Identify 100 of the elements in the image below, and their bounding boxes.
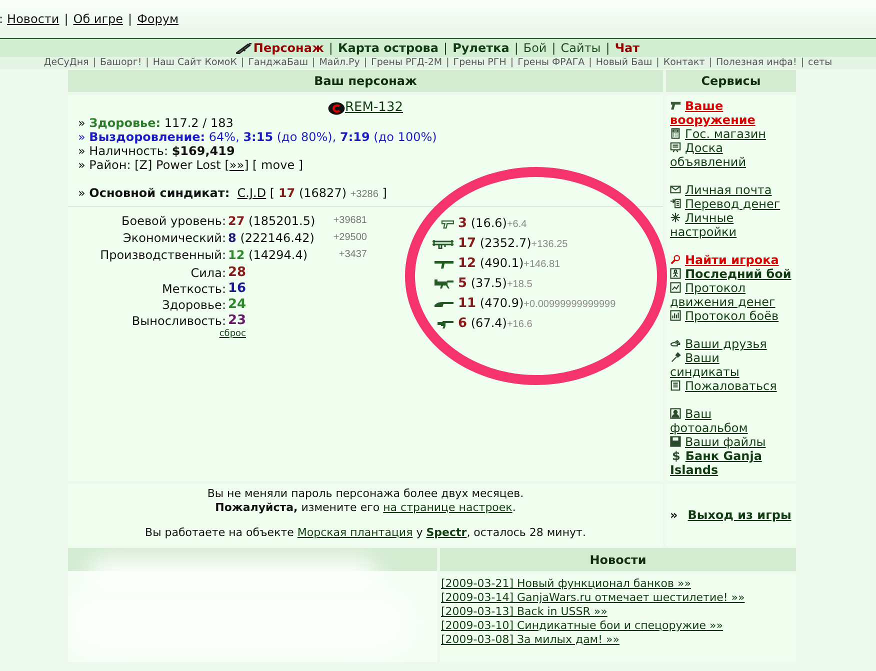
news-link[interactable]: [2009-03-14] GanjaWars.ru отмечает шестилетие! »» (441, 591, 745, 604)
service-link[interactable]: Ваши друзья (670, 337, 792, 351)
reset-link[interactable]: сброс (219, 329, 246, 339)
recovery-line: » Выздоровление: 64%, 3:15 (до 80%), 7:19 (до 100%) (78, 130, 438, 144)
weapon-skill: 6 (67.4)+16.6 (458, 315, 532, 334)
pistol-icon (670, 100, 681, 111)
site-link[interactable]: Башорг! (100, 57, 142, 69)
gun-icon (437, 320, 454, 328)
separator: | (708, 57, 712, 69)
stat-label: Экономический: (123, 230, 226, 246)
lead-text: : (0, 11, 4, 28)
site-link[interactable]: Грены ФРАГА (518, 57, 585, 69)
panel-header: Ваш персонаж (68, 70, 663, 92)
service-link[interactable]: $ Банк Ganja Islands (670, 449, 792, 477)
notice-text: Пожалуйста, измените его на странице настроек. (214, 501, 517, 515)
separator: | (656, 57, 660, 69)
service-link[interactable]: Гос. магазин (670, 127, 792, 141)
nav-link[interactable]: Сайты (560, 39, 601, 57)
attribute-value: 24 (228, 296, 246, 314)
separator: | (800, 57, 804, 69)
stat-value: 8 (222146.42) (228, 230, 314, 244)
district-line: » Район: [Z] Power Lost [»»] [ move ] (78, 158, 304, 172)
stat-value: 27 (185201.5) (228, 214, 316, 228)
site-link[interactable]: Грены РГН (453, 57, 506, 69)
site-link[interactable]: Майл.Ру (319, 57, 360, 69)
nav-link[interactable]: Бой (523, 39, 547, 57)
attribute-label: Меткость: (162, 281, 226, 298)
stat-gain: +3437 (338, 248, 367, 262)
site-link[interactable]: Грены РГД-2М (371, 57, 442, 69)
pin-icon (670, 352, 681, 363)
attribute-value: 28 (228, 264, 246, 282)
weapon-skill: 3 (16.6)+6.4 (458, 215, 527, 234)
stat-label: Производственный: (100, 246, 226, 264)
service-link[interactable]: Личные настройки (670, 211, 792, 239)
stat-label: Боевой уровень: (122, 212, 226, 230)
gun-icon (434, 300, 454, 308)
bullet-text: » (670, 507, 678, 524)
hand-icon (670, 338, 681, 349)
bar-chart-icon (670, 310, 681, 321)
settings-link[interactable]: на странице настроек (383, 501, 512, 514)
service-link[interactable]: Протокол движения денег (670, 281, 792, 309)
news-link[interactable]: [2009-03-21] Новый функционал банков »» (441, 577, 691, 590)
separator: | (364, 57, 368, 69)
site-link[interactable]: ДеСуДня (44, 57, 89, 69)
service-link[interactable]: Перевод денег (670, 197, 792, 211)
syndicate-link[interactable]: C.J.D (237, 186, 266, 200)
site-link[interactable]: ГанджаБаш (248, 57, 308, 69)
weapon-skill: 11 (470.9)+0.00999999999999 (458, 295, 616, 314)
attribute-label: Сила: (190, 265, 226, 282)
top-link[interactable]: Об игре (73, 10, 124, 28)
document-icon (670, 380, 681, 391)
notice-text: Вы работаете на объекте Морская плантация у Spectr, осталось 28 минут. (144, 526, 587, 540)
attribute-label: Выносливость: (132, 313, 226, 329)
service-link[interactable]: Последний бой (670, 267, 792, 281)
calculator-icon (670, 128, 681, 139)
nav-link[interactable]: Рулетка (452, 39, 510, 57)
separator: | (92, 57, 96, 69)
health-line: » Здоровье: 117.2 / 183 (78, 116, 234, 130)
service-link[interactable]: Найти игрока (670, 253, 792, 267)
attribute-label: Здоровье: (162, 297, 226, 314)
syndicate-line: » Основной синдикат: C.J.D [ 17 (16827) +3286 ] (78, 186, 388, 202)
attribute-value: 16 (228, 280, 246, 298)
stat-value: 12 (14294.4) (228, 248, 308, 262)
exit-link[interactable]: Выход из игры (688, 506, 792, 524)
news-link[interactable]: [2009-03-13] Back in USSR »» (441, 605, 608, 618)
site-link[interactable]: сеты (808, 57, 832, 69)
separator: | (328, 40, 333, 57)
character-name-link[interactable]: REM-132 (345, 98, 403, 118)
news-link[interactable]: [2009-03-08] За милых дам! »» (441, 633, 620, 646)
place-link[interactable]: Морская плантация (297, 526, 413, 539)
site-link[interactable]: Наш Сайт КомоК (152, 57, 237, 69)
service-link[interactable]: Личная почта (670, 183, 792, 197)
weapon-skill: 17 (2352.7)+136.25 (458, 235, 568, 254)
top-link[interactable]: Новости (7, 10, 60, 28)
service-link[interactable]: Протокол боёв (670, 309, 792, 323)
portrait-icon (670, 408, 681, 419)
service-link[interactable]: Пожаловаться (670, 379, 792, 393)
separator: | (552, 40, 556, 57)
service-link[interactable]: Ваши синдикаты (670, 351, 792, 379)
separator: | (64, 11, 68, 28)
service-link[interactable]: Ваше вооружение (670, 99, 792, 127)
owner-link[interactable]: Spectr (426, 526, 467, 539)
sparkle-icon (670, 212, 681, 223)
site-link[interactable]: Новый Баш (596, 57, 652, 69)
district-link[interactable]: »» (229, 158, 244, 172)
service-link[interactable]: Ваши файлы (670, 435, 792, 449)
top-link[interactable]: Форум (137, 10, 179, 28)
notice-board-icon (670, 142, 681, 153)
news-link[interactable]: [2009-03-10] Синдикатные бои и спецоружие »» (441, 619, 724, 632)
site-link[interactable]: Контакт (663, 57, 705, 69)
service-link[interactable]: Ваш фотоальбом (670, 407, 792, 435)
stick-figure-icon (670, 268, 681, 279)
service-link[interactable]: Доска объявлений (670, 141, 792, 169)
nav-link[interactable]: Персонаж (236, 39, 324, 57)
weapon-skill: 12 (490.1)+146.81 (458, 255, 560, 274)
nav-link[interactable]: Чат (614, 39, 640, 57)
site-link[interactable]: Полезная инфа! (716, 57, 797, 69)
gun-icon (434, 260, 454, 268)
envelope-icon (670, 184, 681, 195)
nav-link[interactable]: Карта острова (338, 39, 439, 57)
